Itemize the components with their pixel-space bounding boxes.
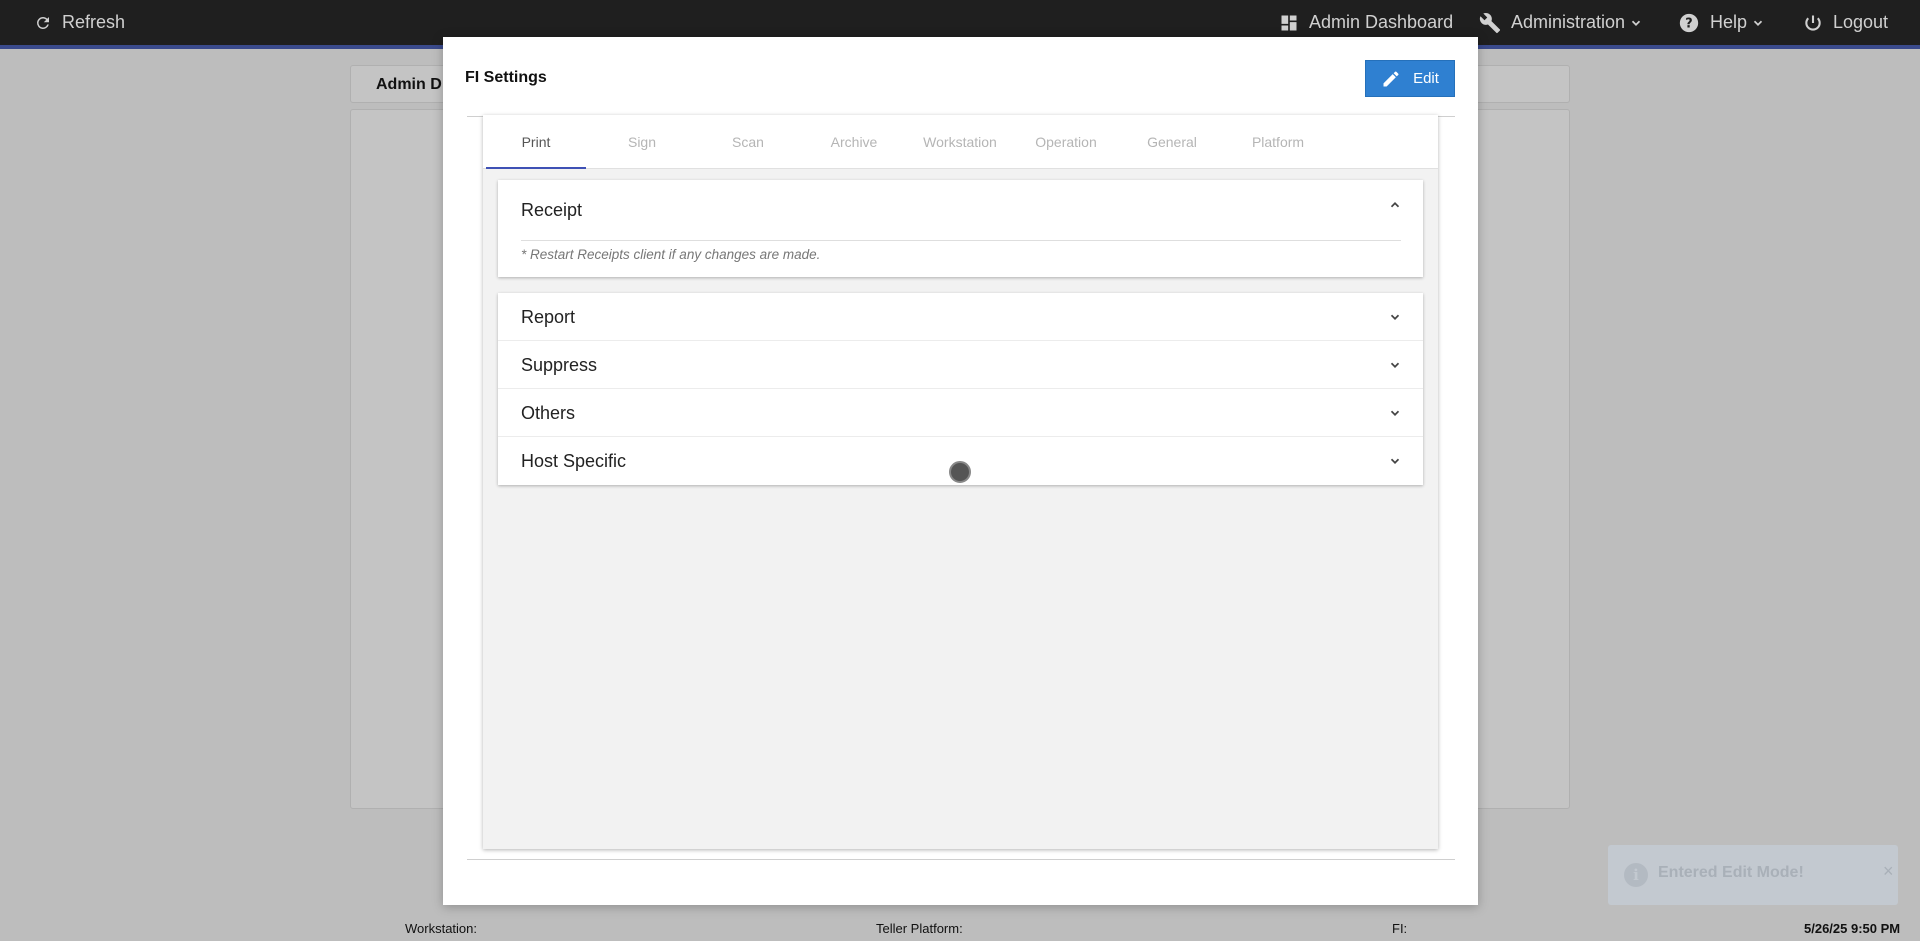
workstation-label: Workstation: [405, 921, 478, 936]
chevron-up-icon [1390, 202, 1400, 208]
settings-tabs: Print Sign Scan Archive Workstation Oper… [483, 115, 1438, 169]
edit-label: Edit [1413, 70, 1439, 87]
receipt-note: * Restart Receipts client if any changes… [521, 247, 821, 262]
chevron-down-icon [1390, 362, 1400, 368]
receipt-label: Receipt [521, 200, 583, 220]
suppress-label: Suppress [521, 355, 598, 375]
modal-title: FI Settings [465, 69, 547, 86]
suppress-section-header[interactable]: Suppress [498, 341, 1423, 389]
receipt-divider [521, 240, 1401, 241]
chevron-down-icon [1390, 410, 1400, 416]
help-menu[interactable]: ? Help [1678, 0, 1765, 45]
info-icon: i [1624, 863, 1648, 887]
tab-platform[interactable]: Platform [1228, 115, 1328, 169]
logout-label: Logout [1833, 12, 1889, 32]
refresh-label: Refresh [62, 12, 126, 32]
collapsed-sections: Report Suppress Others Host Specific [498, 293, 1423, 485]
power-icon [1805, 15, 1821, 31]
toast-close-button[interactable]: × [1883, 861, 1894, 882]
pencil-icon [1383, 70, 1399, 86]
toast-message: Entered Edit Mode! [1658, 864, 1804, 881]
teller-platform-label: Teller Platform: [876, 921, 963, 936]
edit-button[interactable]: Edit [1365, 60, 1455, 97]
tab-print[interactable]: Print [486, 115, 586, 169]
modal-bottom-divider [467, 859, 1455, 860]
refresh-icon [37, 16, 49, 29]
help-circle-icon: ? [1679, 13, 1699, 32]
chevron-down-icon [1753, 20, 1763, 26]
chevron-down-icon [1390, 314, 1400, 320]
help-label: Help [1710, 12, 1748, 32]
tab-scan[interactable]: Scan [698, 115, 798, 169]
host-specific-label: Host Specific [521, 451, 627, 471]
refresh-button[interactable]: Refresh [34, 0, 125, 45]
dashboard-icon [1281, 15, 1297, 30]
report-label: Report [521, 307, 576, 327]
logout-button[interactable]: Logout [1803, 0, 1888, 45]
svg-text:?: ? [1685, 16, 1692, 31]
others-label: Others [521, 403, 576, 423]
chevron-down-icon [1390, 458, 1400, 464]
fi-label: FI: [1392, 921, 1408, 936]
report-section-header[interactable]: Report [498, 293, 1423, 341]
modal-header [467, 57, 1455, 117]
wrench-icon [1479, 12, 1501, 33]
tab-sign[interactable]: Sign [592, 115, 692, 169]
tab-general[interactable]: General [1122, 115, 1222, 169]
status-footer: Workstation: Teller Platform: FI: 5/26/2… [0, 915, 1920, 941]
administration-label: Administration [1511, 12, 1626, 32]
tab-archive[interactable]: Archive [804, 115, 904, 169]
tab-operation[interactable]: Operation [1016, 115, 1116, 169]
edit-mode-toast: i Entered Edit Mode! × [1608, 845, 1898, 905]
chevron-down-icon [1631, 20, 1641, 26]
tab-workstation[interactable]: Workstation [910, 115, 1010, 169]
administration-menu[interactable]: Administration [1479, 0, 1643, 45]
receipt-section: Receipt * Restart Receipts client if any… [498, 180, 1423, 277]
admin-dashboard-card-title: Admin D [376, 76, 442, 93]
mouse-cursor [949, 461, 971, 483]
receipt-header[interactable]: Receipt [498, 180, 1423, 240]
datetime: 5/26/25 9:50 PM [1804, 921, 1901, 936]
admin-dashboard-label: Admin Dashboard [1309, 12, 1454, 32]
others-section-header[interactable]: Others [498, 389, 1423, 437]
